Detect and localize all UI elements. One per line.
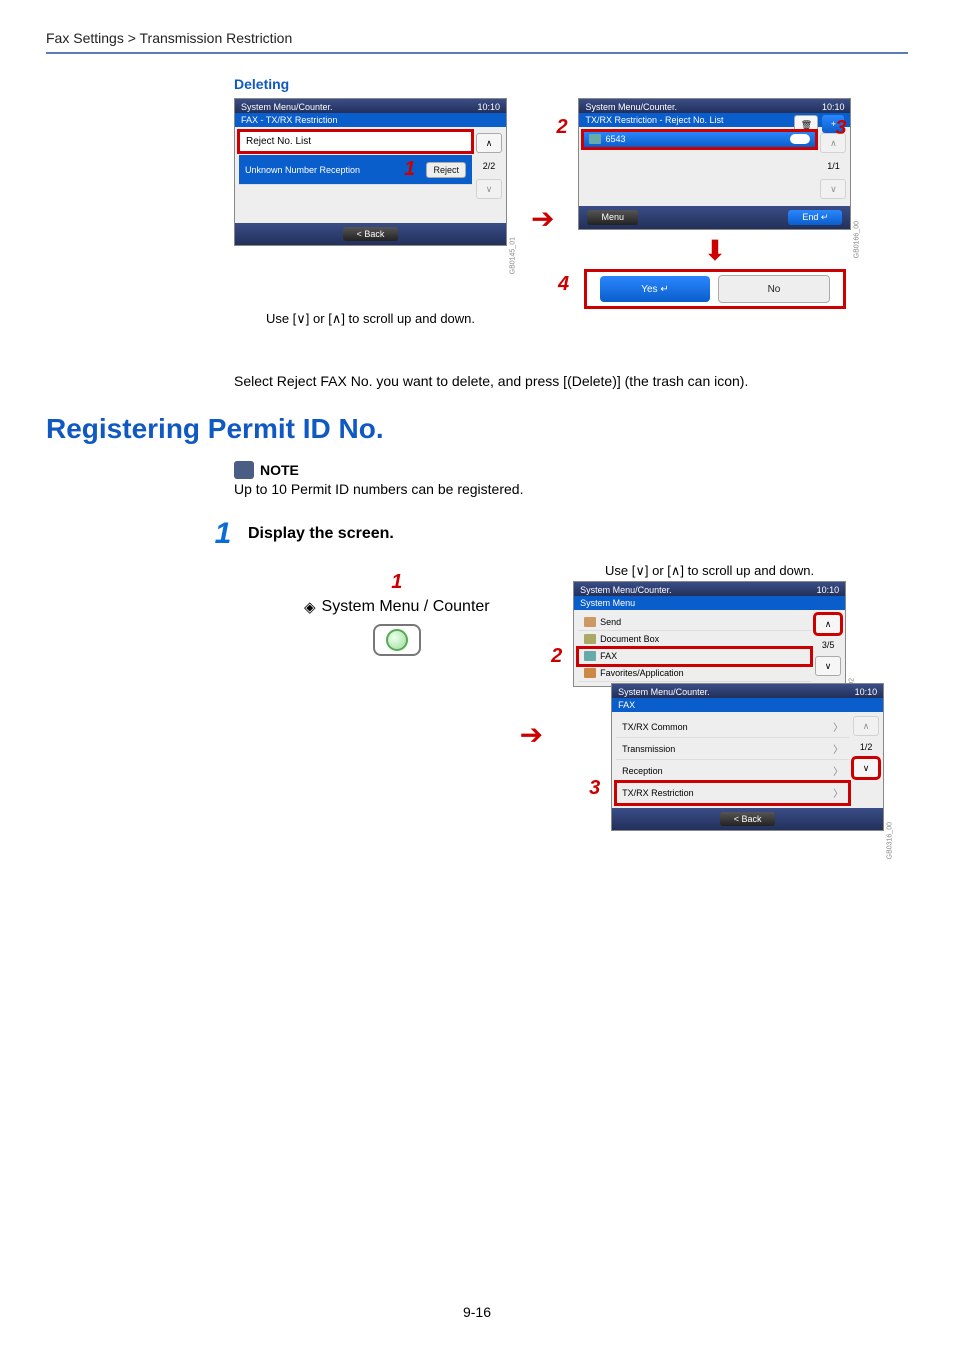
panel-code: GB0166_00 bbox=[853, 221, 860, 258]
menu-item-favorites[interactable]: Favorites/Application bbox=[578, 665, 811, 682]
chevron-right-icon: 〉 bbox=[833, 763, 843, 778]
toggle-icon[interactable] bbox=[790, 134, 810, 144]
fax-icon bbox=[584, 651, 596, 661]
scroll-up-icon[interactable]: ∧ bbox=[820, 133, 846, 153]
document-box-icon bbox=[584, 634, 596, 644]
menu-item-send[interactable]: Send bbox=[578, 614, 811, 631]
fax-item-txrx-common[interactable]: TX/RX Common〉 bbox=[616, 716, 849, 738]
arrow-right-icon: ➔ bbox=[520, 718, 543, 751]
chevron-right-icon: 〉 bbox=[833, 741, 843, 756]
fax-item-txrx-restriction[interactable]: TX/RX Restriction〉 bbox=[616, 782, 849, 804]
page-indicator: 3/5 bbox=[822, 640, 835, 650]
panel-subtitle: System Menu bbox=[574, 596, 845, 610]
breadcrumb: Fax Settings > Transmission Restriction bbox=[46, 30, 908, 46]
panel-subtitle: FAX bbox=[612, 698, 883, 712]
arrow-right-icon: ➔ bbox=[531, 202, 554, 235]
callout-1: 1 bbox=[391, 571, 402, 594]
note-icon bbox=[234, 461, 254, 479]
scroll-caption: Use [∨] or [∧] to scroll up and down. bbox=[573, 563, 846, 579]
panel-system-menu: System Menu/Counter. 10:10 System Menu S… bbox=[573, 581, 846, 687]
fax-item-reception[interactable]: Reception〉 bbox=[616, 760, 849, 782]
panel-time: 10:10 bbox=[822, 102, 845, 112]
menu-item-document-box[interactable]: Document Box bbox=[578, 631, 811, 648]
arrow-down-icon: ⬇ bbox=[578, 234, 851, 267]
note-label: NOTE bbox=[260, 462, 299, 478]
page-indicator: 2/2 bbox=[483, 161, 496, 171]
back-button[interactable]: < Back bbox=[343, 227, 399, 241]
scroll-down-icon[interactable]: ∨ bbox=[820, 179, 846, 199]
back-button[interactable]: < Back bbox=[720, 812, 776, 826]
page-heading: Registering Permit ID No. bbox=[46, 413, 908, 445]
scroll-caption: Use [∨] or [∧] to scroll up and down. bbox=[234, 311, 507, 327]
system-menu-hardware-button[interactable] bbox=[373, 624, 421, 656]
reject-entry-number: 6543 bbox=[605, 134, 625, 144]
diamond-icon: ◈ bbox=[304, 598, 316, 616]
scroll-down-icon[interactable]: ∨ bbox=[853, 758, 879, 778]
reject-list-header[interactable]: Reject No. List bbox=[239, 131, 472, 152]
header-separator bbox=[46, 52, 908, 54]
menu-item-fax[interactable]: FAX bbox=[578, 648, 811, 665]
page-indicator: 1/2 bbox=[860, 742, 873, 752]
reject-list-label: Reject No. List bbox=[246, 136, 311, 147]
favorites-icon bbox=[584, 668, 596, 678]
callout-2: 2 bbox=[556, 116, 567, 139]
step-number: 1 bbox=[210, 517, 236, 551]
page-indicator: 1/1 bbox=[827, 161, 840, 171]
panel-subtitle: FAX - TX/RX Restriction bbox=[235, 113, 506, 127]
reject-entry[interactable]: 6543 bbox=[583, 131, 816, 148]
chevron-right-icon: 〉 bbox=[833, 719, 843, 734]
fax-item-transmission[interactable]: Transmission〉 bbox=[616, 738, 849, 760]
panel-reject-list: System Menu/Counter. 10:10 FAX - TX/RX R… bbox=[234, 98, 507, 246]
panel-time: 10:10 bbox=[817, 585, 840, 595]
panel-code: GB0316_00 bbox=[886, 822, 893, 859]
panel-title: System Menu/Counter. bbox=[585, 102, 677, 112]
system-menu-label: ◈ System Menu / Counter bbox=[304, 598, 490, 616]
panel-title: System Menu/Counter. bbox=[241, 102, 333, 112]
fax-icon bbox=[589, 134, 601, 144]
menu-button[interactable]: Menu bbox=[587, 210, 638, 225]
reject-button[interactable]: Reject bbox=[426, 162, 466, 178]
note-body: Up to 10 Permit ID numbers can be regist… bbox=[234, 481, 908, 497]
no-button[interactable]: No bbox=[718, 275, 830, 303]
callout-1: 1 bbox=[404, 158, 415, 181]
panel-time: 10:10 bbox=[477, 102, 500, 112]
scroll-up-icon[interactable]: ∧ bbox=[815, 614, 841, 634]
deleting-instruction: Select Reject FAX No. you want to delete… bbox=[234, 373, 908, 389]
send-icon bbox=[584, 617, 596, 627]
scroll-down-icon[interactable]: ∨ bbox=[815, 656, 841, 676]
panel-time: 10:10 bbox=[855, 687, 878, 697]
scroll-up-icon[interactable]: ∧ bbox=[476, 133, 502, 153]
callout-4: 4 bbox=[558, 273, 569, 296]
reject-list-item[interactable]: Unknown Number Reception bbox=[245, 165, 360, 175]
deleting-heading: Deleting bbox=[234, 76, 908, 92]
panel-reject-detail: System Menu/Counter. 10:10 TX/RX Restric… bbox=[578, 98, 851, 230]
callout-3: 3 bbox=[589, 777, 600, 800]
panel-title: System Menu/Counter. bbox=[580, 585, 672, 595]
scroll-up-icon[interactable]: ∧ bbox=[853, 716, 879, 736]
panel-fax-menu: System Menu/Counter. 10:10 FAX TX/RX Com… bbox=[611, 683, 884, 831]
end-button[interactable]: End ↵ bbox=[788, 210, 842, 225]
chevron-right-icon: 〉 bbox=[833, 785, 843, 800]
button-led-icon bbox=[386, 629, 408, 651]
scroll-down-icon[interactable]: ∨ bbox=[476, 179, 502, 199]
step-title: Display the screen. bbox=[248, 517, 394, 543]
panel-title: System Menu/Counter. bbox=[618, 687, 710, 697]
yes-button[interactable]: Yes ↵ bbox=[600, 276, 710, 302]
page-number: 9-16 bbox=[0, 1304, 954, 1320]
panel-code: GB0145_01 bbox=[509, 237, 516, 274]
callout-2: 2 bbox=[551, 645, 562, 668]
